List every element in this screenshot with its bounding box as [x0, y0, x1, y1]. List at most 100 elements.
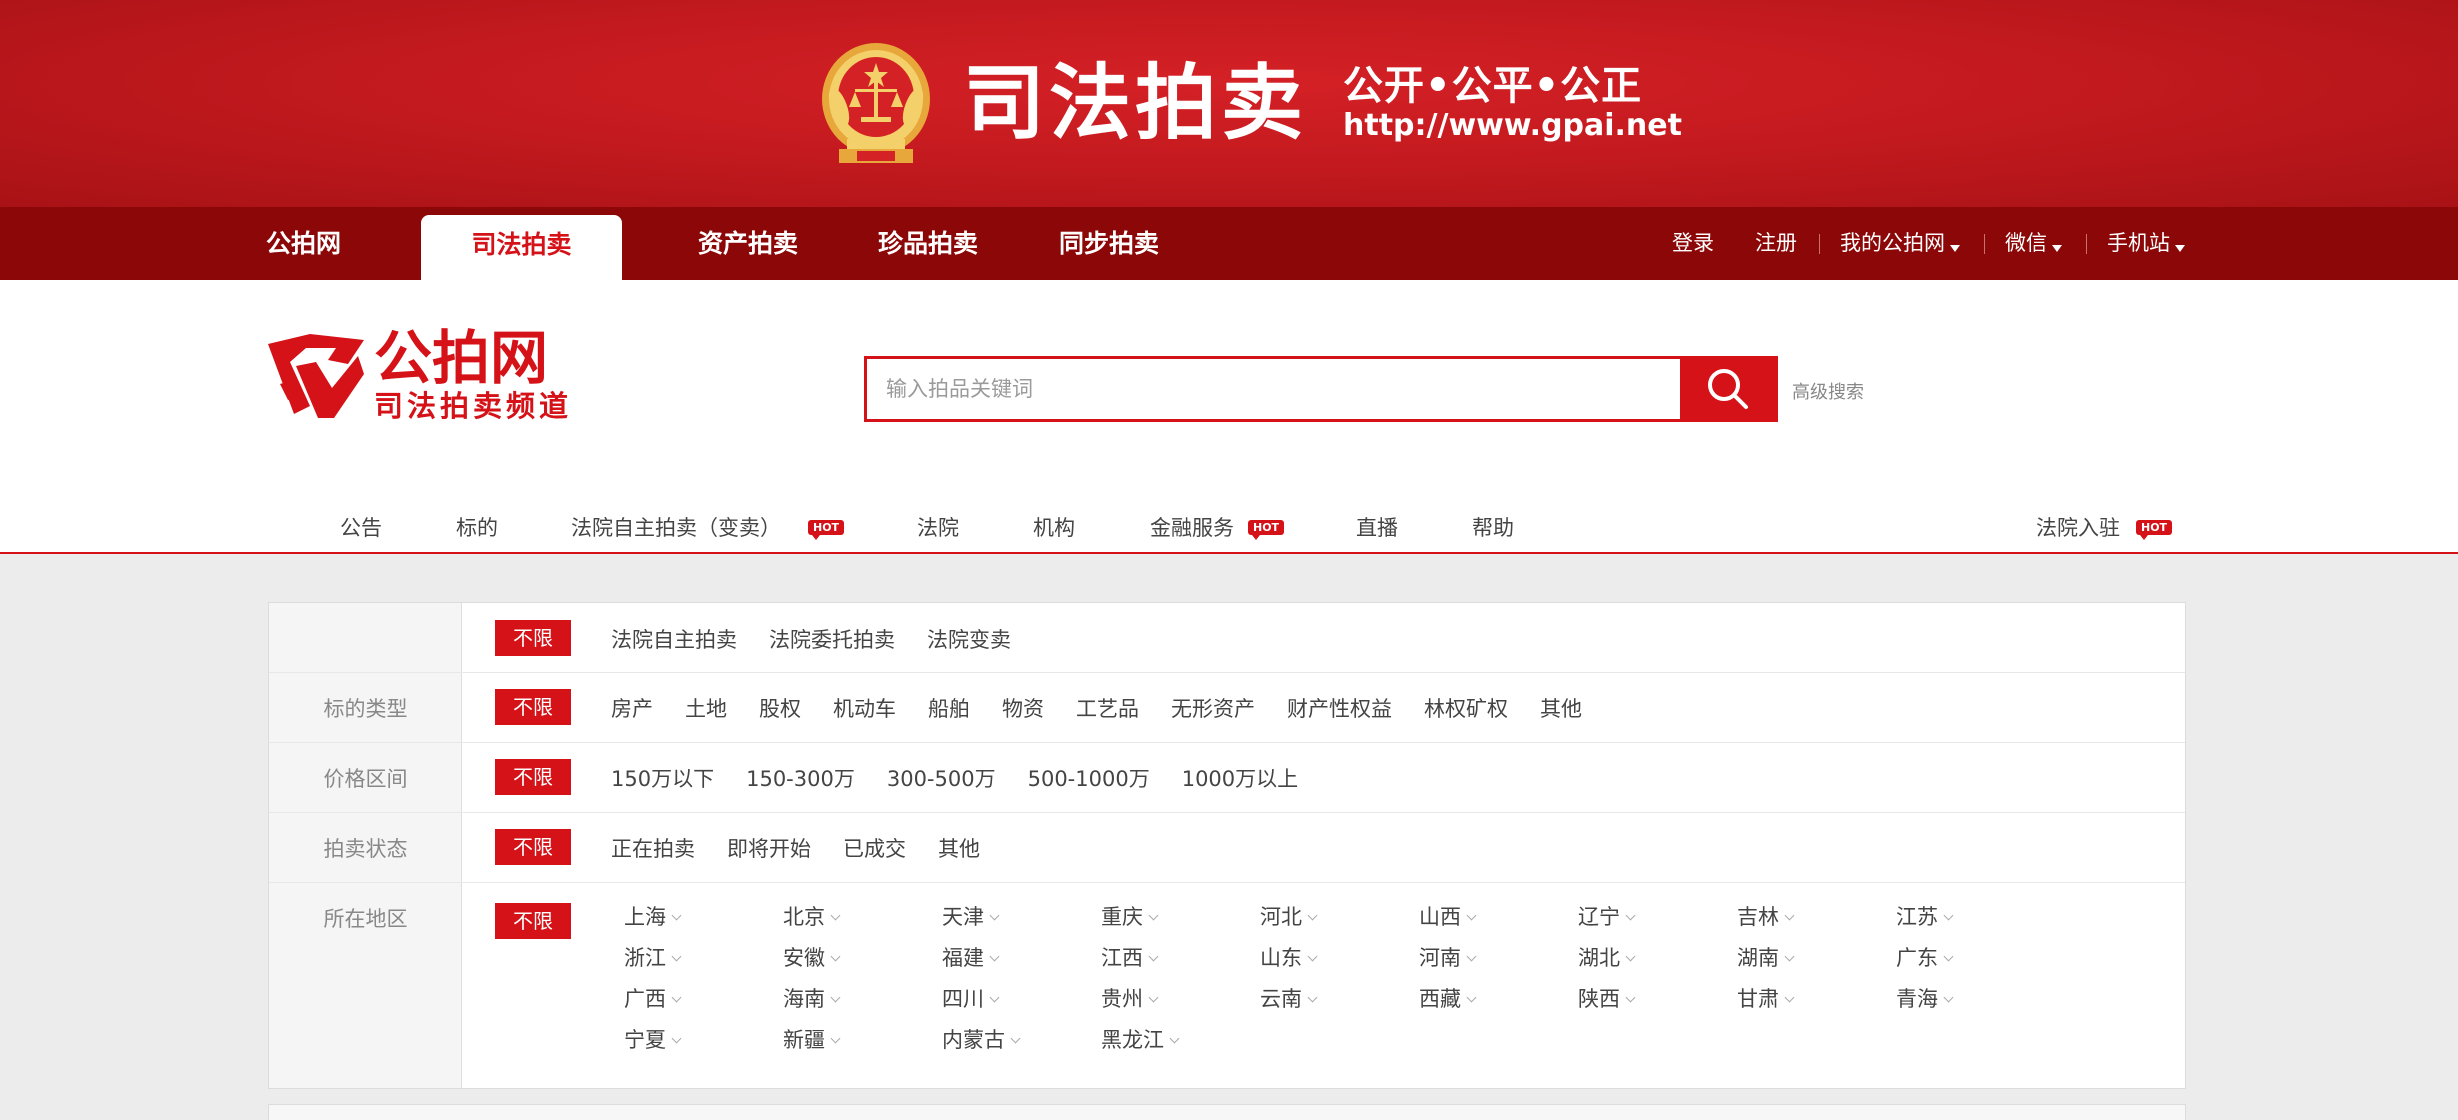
- filter-option[interactable]: 土地: [685, 693, 727, 723]
- search-icon: [1707, 369, 1748, 409]
- region-option[interactable]: 安徽: [783, 944, 942, 972]
- nav-court-join[interactable]: 法院入驻: [2036, 504, 2120, 552]
- region-option[interactable]: 湖南: [1737, 944, 1896, 972]
- region-label: 湖南: [1737, 946, 1779, 970]
- region-option[interactable]: 湖北: [1578, 944, 1737, 972]
- tab-judicial-auction[interactable]: 司法拍卖: [421, 215, 622, 280]
- nav-court-auction[interactable]: 法院自主拍卖（变卖）: [571, 504, 781, 552]
- filter-option[interactable]: 其他: [1540, 693, 1582, 723]
- region-option[interactable]: 上海: [624, 903, 783, 931]
- nav-target[interactable]: 标的: [456, 504, 498, 552]
- region-label: 甘肃: [1737, 987, 1779, 1011]
- filter-option[interactable]: 林权矿权: [1424, 693, 1508, 723]
- filter-option[interactable]: 500-1000万: [1028, 763, 1150, 793]
- search-input[interactable]: [867, 359, 1680, 419]
- unlimited-button[interactable]: 不限: [495, 759, 571, 795]
- filter-option[interactable]: 财产性权益: [1287, 693, 1392, 723]
- wechat-label: 微信: [2005, 231, 2047, 255]
- region-option[interactable]: 黑龙江: [1101, 1026, 1260, 1054]
- filter-option[interactable]: 船舶: [928, 693, 970, 723]
- filter-option[interactable]: 150-300万: [746, 763, 855, 793]
- login-link[interactable]: 登录: [1672, 207, 1714, 280]
- filter-option[interactable]: 机动车: [833, 693, 896, 723]
- region-option[interactable]: 新疆: [783, 1026, 942, 1054]
- filter-option[interactable]: 工艺品: [1076, 693, 1139, 723]
- region-option[interactable]: 河南: [1419, 944, 1578, 972]
- chevron-down-icon: [1466, 951, 1477, 962]
- region-option[interactable]: 江西: [1101, 944, 1260, 972]
- filter-option[interactable]: 法院委托拍卖: [769, 624, 895, 654]
- nav-financial-services[interactable]: 金融服务: [1150, 504, 1234, 552]
- filter-option[interactable]: 1000万以上: [1182, 763, 1298, 793]
- nav-brand-link[interactable]: 公拍网: [266, 207, 341, 280]
- gpai-logo[interactable]: 公拍网 司法拍卖频道: [266, 326, 606, 422]
- unlimited-button[interactable]: 不限: [495, 903, 571, 939]
- mobile-site-menu[interactable]: 手机站: [2107, 207, 2185, 280]
- region-option[interactable]: 辽宁: [1578, 903, 1737, 931]
- region-label: 江西: [1101, 946, 1143, 970]
- chevron-down-icon: [1784, 992, 1795, 1003]
- region-option[interactable]: 江苏: [1896, 903, 2055, 931]
- my-account-menu[interactable]: 我的公拍网: [1840, 207, 1960, 280]
- filter-option[interactable]: 股权: [759, 693, 801, 723]
- filter-option[interactable]: 无形资产: [1171, 693, 1255, 723]
- chevron-down-icon: [1307, 992, 1318, 1003]
- region-option[interactable]: 福建: [942, 944, 1101, 972]
- unlimited-button[interactable]: 不限: [495, 689, 571, 725]
- main-navigation: 公告 标的 法院自主拍卖（变卖） HOT 法院 机构 金融服务 HOT 直播 帮…: [0, 504, 2458, 552]
- nav-underline: [0, 552, 2458, 554]
- advanced-search-link[interactable]: 高级搜索: [1792, 378, 1864, 404]
- region-option[interactable]: 天津: [942, 903, 1101, 931]
- region-option[interactable]: 内蒙古: [942, 1026, 1101, 1054]
- filter-option[interactable]: 已成交: [843, 833, 906, 863]
- region-option[interactable]: 贵州: [1101, 985, 1260, 1013]
- filter-panel: 不限 法院自主拍卖 法院委托拍卖 法院变卖 标的类型 不限 房产 土地 股权 机…: [268, 602, 2186, 1089]
- filter-option[interactable]: 其他: [938, 833, 980, 863]
- banner-url[interactable]: http://www.gpai.net: [1343, 108, 1682, 144]
- nav-help[interactable]: 帮助: [1472, 504, 1514, 552]
- region-option[interactable]: 青海: [1896, 985, 2055, 1013]
- nav-institution[interactable]: 机构: [1033, 504, 1075, 552]
- region-option[interactable]: 北京: [783, 903, 942, 931]
- region-option[interactable]: 广东: [1896, 944, 2055, 972]
- tab-asset-auction[interactable]: 资产拍卖: [698, 207, 798, 280]
- tab-sync-auction[interactable]: 同步拍卖: [1059, 207, 1159, 280]
- filter-option[interactable]: 正在拍卖: [611, 833, 695, 863]
- nav-live[interactable]: 直播: [1356, 504, 1398, 552]
- region-option[interactable]: 西藏: [1419, 985, 1578, 1013]
- unlimited-button[interactable]: 不限: [495, 829, 571, 865]
- filter-option[interactable]: 300-500万: [887, 763, 996, 793]
- region-label: 河南: [1419, 946, 1461, 970]
- nav-announcement[interactable]: 公告: [340, 504, 382, 552]
- chevron-down-icon: [1943, 910, 1954, 921]
- region-option[interactable]: 浙江: [624, 944, 783, 972]
- region-label: 河北: [1260, 905, 1302, 929]
- region-option[interactable]: 河北: [1260, 903, 1419, 931]
- region-option[interactable]: 广西: [624, 985, 783, 1013]
- filter-option[interactable]: 法院变卖: [927, 624, 1011, 654]
- unlimited-button[interactable]: 不限: [495, 620, 571, 656]
- region-option[interactable]: 甘肃: [1737, 985, 1896, 1013]
- region-option[interactable]: 宁夏: [624, 1026, 783, 1054]
- region-option[interactable]: 重庆: [1101, 903, 1260, 931]
- register-link[interactable]: 注册: [1755, 207, 1797, 280]
- region-option[interactable]: 陕西: [1578, 985, 1737, 1013]
- tab-treasure-auction[interactable]: 珍品拍卖: [878, 207, 978, 280]
- region-option[interactable]: 山东: [1260, 944, 1419, 972]
- search-button[interactable]: [1680, 359, 1775, 419]
- filter-option[interactable]: 即将开始: [727, 833, 811, 863]
- mobile-site-label: 手机站: [2107, 231, 2170, 255]
- wechat-menu[interactable]: 微信: [2005, 207, 2062, 280]
- nav-court[interactable]: 法院: [917, 504, 959, 552]
- divider: [1984, 234, 1985, 254]
- region-option[interactable]: 吉林: [1737, 903, 1896, 931]
- region-option[interactable]: 四川: [942, 985, 1101, 1013]
- region-option[interactable]: 山西: [1419, 903, 1578, 931]
- chevron-down-icon: [1307, 910, 1318, 921]
- region-option[interactable]: 海南: [783, 985, 942, 1013]
- region-option[interactable]: 云南: [1260, 985, 1419, 1013]
- filter-option[interactable]: 物资: [1002, 693, 1044, 723]
- filter-option[interactable]: 150万以下: [611, 763, 714, 793]
- filter-option[interactable]: 法院自主拍卖: [611, 624, 737, 654]
- filter-option[interactable]: 房产: [611, 693, 653, 723]
